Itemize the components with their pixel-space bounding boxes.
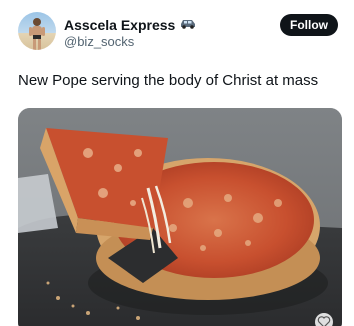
tweet-text: New Pope serving the body of Christ at m… (18, 72, 319, 89)
tweet-header: Asscela Express @biz_socks Follow (18, 12, 338, 52)
avatar[interactable] (18, 12, 56, 50)
author-name-row: Asscela Express (64, 16, 197, 34)
display-name[interactable]: Asscela Express (64, 17, 175, 33)
car-emoji-icon (179, 16, 197, 34)
follow-button[interactable]: Follow (280, 14, 338, 36)
author-handle[interactable]: @biz_socks (64, 34, 134, 49)
tweet-media-image[interactable] (18, 108, 342, 326)
